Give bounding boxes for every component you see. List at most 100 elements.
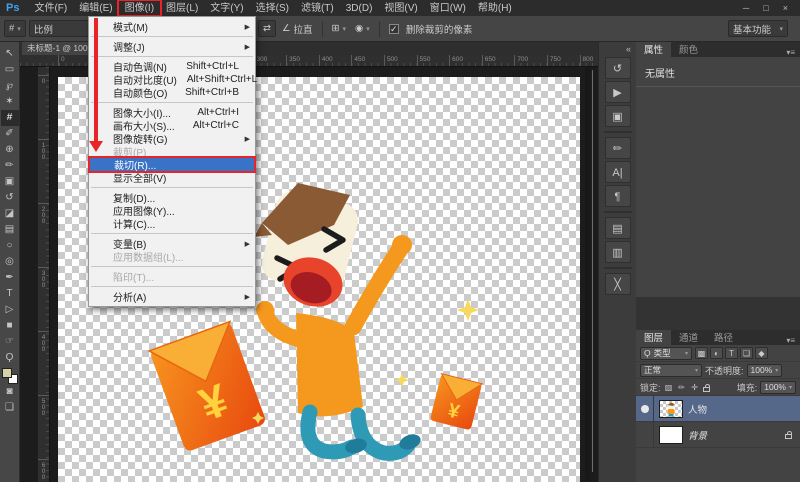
layer-filter-select[interactable]: Ϙ 类型 ▾ — [640, 347, 692, 360]
lasso-tool-icon[interactable]: ℘ — [1, 78, 19, 94]
crop-tool-icon[interactable]: # — [1, 110, 19, 126]
pixel-filter-icon[interactable]: ▩ — [695, 347, 708, 359]
menubar-item[interactable]: 图像(I) — [119, 1, 160, 15]
menu-item[interactable]: 模式(M) ▶ — [89, 20, 255, 33]
lock-pixels-icon[interactable]: ✏ — [677, 383, 687, 392]
panel-menu-icon[interactable]: ▾≡ — [781, 336, 800, 345]
tab-channels[interactable]: 通道 — [671, 330, 706, 345]
opacity-input[interactable]: 100% ▾ — [747, 364, 783, 377]
quick-mask-icon[interactable]: ◙ — [1, 384, 19, 400]
actions-panel-icon[interactable]: ▶ — [605, 81, 631, 103]
visibility-toggle[interactable] — [636, 396, 654, 422]
menu-item[interactable]: 显示全部(V) — [89, 171, 255, 184]
menubar-item[interactable]: 文件(F) — [28, 1, 73, 15]
adjustment-filter-icon[interactable]: ◐ — [710, 347, 723, 359]
menu-item[interactable]: 分析(A) ▶ — [89, 290, 255, 303]
lock-all-icon[interactable] — [703, 387, 710, 392]
path-select-tool-icon[interactable]: ▷ — [1, 302, 19, 318]
shape-filter-icon[interactable]: ❏ — [740, 347, 753, 359]
menubar-item[interactable]: 图层(L) — [160, 1, 204, 15]
vertical-ruler[interactable]: 0100200300400500600 — [38, 67, 50, 482]
layer-row-background[interactable]: 背景 — [636, 422, 800, 448]
layer-thumbnail[interactable] — [659, 400, 683, 418]
history-brush-tool-icon[interactable]: ↺ — [1, 190, 19, 206]
menu-item[interactable] — [91, 286, 253, 287]
eyedropper-tool-icon[interactable]: ✐ — [1, 126, 19, 142]
history-panel-icon[interactable]: ↺ — [605, 57, 631, 79]
layer-thumbnail[interactable] — [659, 426, 683, 444]
delete-cropped-pixels-checkbox[interactable]: ✓ 删除裁剪的像素 — [386, 22, 476, 36]
lock-position-icon[interactable]: ✛ — [690, 383, 700, 392]
menu-item[interactable] — [91, 56, 253, 57]
foreground-color-swatch[interactable] — [2, 368, 12, 378]
marquee-tool-icon[interactable]: ▭ — [1, 62, 19, 78]
minimize-button[interactable]: ─ — [743, 3, 749, 13]
menubar-item[interactable]: 选择(S) — [250, 1, 295, 15]
tab-properties[interactable]: 属性 — [636, 42, 671, 57]
maximize-button[interactable]: □ — [763, 3, 768, 13]
menubar-item[interactable]: 帮助(H) — [472, 1, 518, 15]
menu-item[interactable]: 自动颜色(O) Shift+Ctrl+B — [89, 86, 255, 99]
zoom-tool-icon[interactable]: Ϙ — [1, 350, 19, 366]
visibility-toggle[interactable] — [636, 422, 654, 448]
straighten-button[interactable]: ∠ 拉直 — [279, 22, 316, 36]
close-button[interactable]: × — [783, 3, 788, 13]
brush-tool-icon[interactable]: ✏ — [1, 158, 19, 174]
swap-width-height-button[interactable]: ⇄ — [258, 20, 276, 37]
eraser-tool-icon[interactable]: ◪ — [1, 206, 19, 222]
paragraph-panel-icon[interactable]: ¶ — [605, 185, 631, 207]
crop-options-button[interactable]: ◉ ▾ — [352, 23, 373, 34]
menu-item[interactable] — [91, 187, 253, 188]
blur-tool-icon[interactable]: ○ — [1, 238, 19, 254]
color-swatches[interactable] — [2, 368, 18, 384]
shape-tool-icon[interactable]: ■ — [1, 318, 19, 334]
menubar-item[interactable]: 3D(D) — [340, 1, 379, 15]
character-panel-icon[interactable]: A| — [605, 161, 631, 183]
healing-brush-tool-icon[interactable]: ⊕ — [1, 142, 19, 158]
screen-mode-icon[interactable]: ❏ — [1, 400, 19, 416]
menu-item[interactable] — [91, 102, 253, 103]
menu-item[interactable] — [91, 233, 253, 234]
tab-paths[interactable]: 路径 — [706, 330, 741, 345]
fill-input[interactable]: 100% ▾ — [760, 381, 796, 394]
extensions-panel-icon[interactable]: ╳ — [605, 273, 631, 295]
clone-source-panel-icon[interactable]: ▣ — [605, 105, 631, 127]
menubar-item[interactable]: 滤镜(T) — [295, 1, 340, 15]
chevron-down-icon: ▾ — [342, 25, 346, 33]
overlay-options-button[interactable]: ⊞ ▾ — [329, 23, 349, 34]
hand-tool-icon[interactable]: ☞ — [1, 334, 19, 350]
blend-mode-select[interactable]: 正常 ▾ — [640, 364, 702, 377]
menubar-item[interactable]: 窗口(W) — [424, 1, 472, 15]
menu-item[interactable] — [91, 36, 253, 37]
tool-preset-picker[interactable]: # ▾ — [4, 20, 26, 37]
menubar-item[interactable]: 编辑(E) — [73, 1, 118, 15]
layer-row-character[interactable]: 人物 — [636, 396, 800, 422]
type-tool-icon[interactable]: T — [1, 286, 19, 302]
lock-transparent-icon[interactable]: ▨ — [664, 383, 674, 392]
photoshop-logo: Ps — [0, 2, 28, 14]
clone-stamp-tool-icon[interactable]: ▣ — [1, 174, 19, 190]
tab-layers[interactable]: 图层 — [636, 330, 671, 345]
paragraph-styles-panel-icon[interactable]: ▥ — [605, 241, 631, 263]
brush-panel-icon[interactable]: ✏ — [605, 137, 631, 159]
magic-wand-tool-icon[interactable]: ✶ — [1, 94, 19, 110]
menu-item[interactable]: 应用数据组(L)... — [89, 250, 255, 263]
workspace-switcher[interactable]: 基本功能 ▾ — [728, 20, 788, 37]
menu-item[interactable]: 调整(J) ▶ — [89, 40, 255, 53]
panel-menu-icon[interactable]: ▾≡ — [781, 48, 800, 57]
menu-item[interactable]: 计算(C)... — [89, 217, 255, 230]
gradient-tool-icon[interactable]: ▤ — [1, 222, 19, 238]
collapse-dock-icon[interactable]: « — [626, 42, 636, 56]
smart-object-filter-icon[interactable]: ◆ — [755, 347, 768, 359]
pen-tool-icon[interactable]: ✒ — [1, 270, 19, 286]
vertical-scrollbar[interactable] — [585, 67, 590, 481]
tab-color[interactable]: 颜色 — [671, 42, 706, 57]
character-styles-panel-icon[interactable]: ▤ — [605, 217, 631, 239]
menubar-item[interactable]: 文字(Y) — [204, 1, 249, 15]
dodge-tool-icon[interactable]: ◎ — [1, 254, 19, 270]
move-tool-icon[interactable]: ↖ — [1, 46, 19, 62]
type-filter-icon[interactable]: T — [725, 347, 738, 359]
menu-item[interactable]: 陷印(T)... — [89, 270, 255, 283]
menubar-item[interactable]: 视图(V) — [378, 1, 423, 15]
menu-item[interactable] — [91, 266, 253, 267]
